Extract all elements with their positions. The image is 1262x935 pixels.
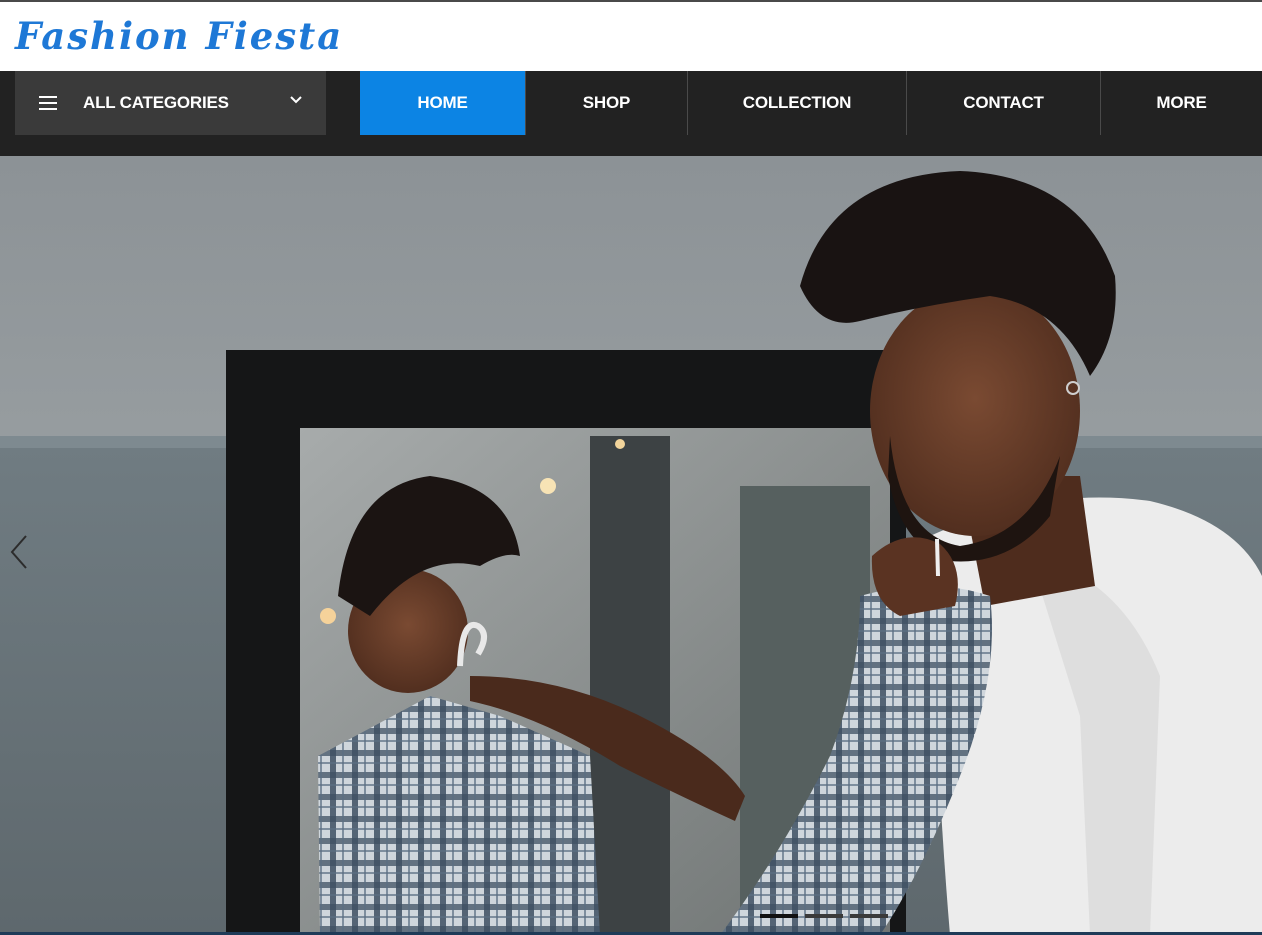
all-categories-label: ALL CATEGORIES	[83, 93, 229, 112]
nav-more[interactable]: MORE	[1101, 71, 1262, 135]
site-header: Fashion Fiesta	[0, 0, 1262, 71]
hamburger-menu-icon	[39, 96, 57, 110]
chevron-left-icon	[10, 535, 27, 569]
main-navbar: ALL CATEGORIES HOME SHOP COLLECTION CONT…	[0, 71, 1262, 156]
all-categories-dropdown[interactable]: ALL CATEGORIES	[15, 71, 326, 135]
hero-slide-image	[0, 156, 1262, 935]
page: Fashion Fiesta ALL CATEGORIES HOME SHOP …	[0, 0, 1262, 935]
slider-dot[interactable]	[850, 914, 888, 918]
hero-slider	[0, 156, 1262, 935]
slider-dot[interactable]	[805, 914, 843, 918]
slider-prev-button[interactable]	[6, 532, 30, 572]
nav-home[interactable]: HOME	[360, 71, 525, 135]
slider-dot[interactable]	[760, 914, 798, 918]
nav-collection[interactable]: COLLECTION	[688, 71, 906, 135]
nav-shop[interactable]: SHOP	[526, 71, 687, 135]
site-logo[interactable]: Fashion Fiesta	[15, 14, 343, 58]
nav-contact[interactable]: CONTACT	[907, 71, 1100, 135]
chevron-down-icon	[289, 95, 302, 105]
